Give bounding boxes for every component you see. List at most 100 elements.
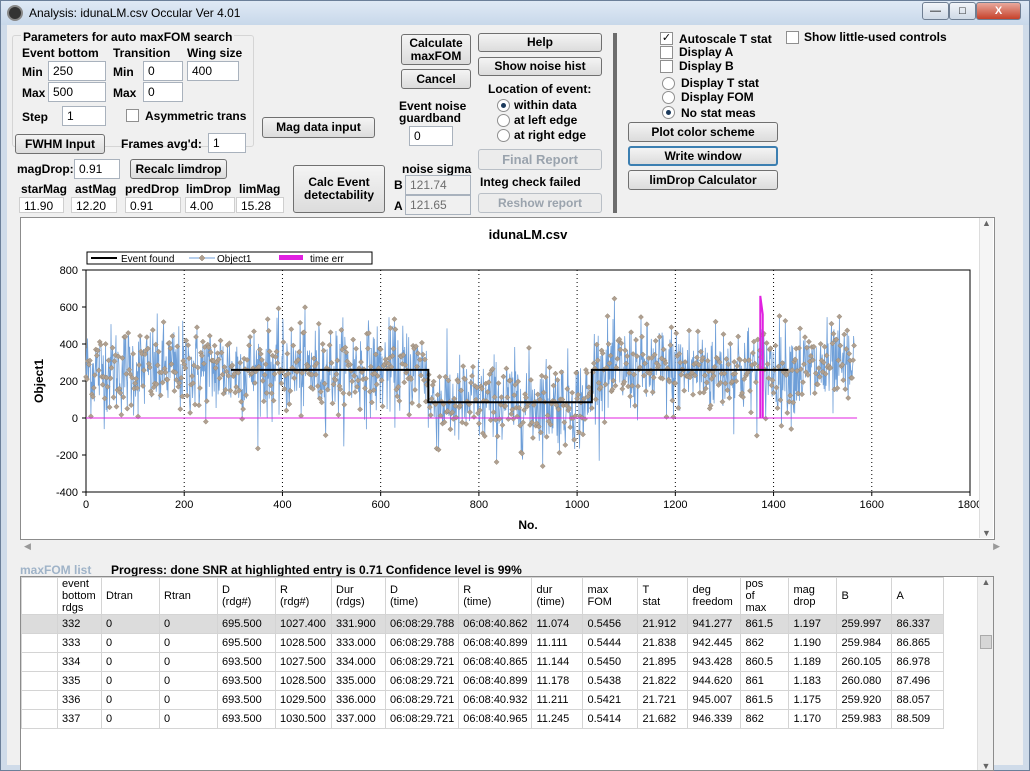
table-cell[interactable]: 0 bbox=[159, 652, 218, 672]
help-button[interactable]: Help bbox=[478, 33, 602, 52]
table-cell[interactable]: 0 bbox=[101, 633, 160, 653]
table-cell[interactable]: 1.190 bbox=[788, 633, 838, 653]
write-window-button[interactable]: Write window bbox=[628, 146, 778, 166]
table-cell[interactable]: 332 bbox=[57, 614, 102, 634]
row-header-cell[interactable] bbox=[21, 671, 58, 691]
table-cell[interactable]: 06:08:40.899 bbox=[458, 671, 533, 691]
table-cell[interactable]: 06:08:40.865 bbox=[458, 652, 533, 672]
table-cell[interactable]: 1030.500 bbox=[275, 709, 332, 729]
table-cell[interactable]: 860.5 bbox=[740, 652, 790, 672]
recalc-limdrop-button[interactable]: Recalc limdrop bbox=[130, 159, 227, 179]
table-cell[interactable]: 0.5421 bbox=[582, 690, 639, 710]
column-header[interactable]: max FOM bbox=[582, 577, 639, 615]
table-cell[interactable]: 335.000 bbox=[331, 671, 386, 691]
column-header[interactable]: D (rdg#) bbox=[217, 577, 276, 615]
guardband-input[interactable] bbox=[409, 126, 453, 146]
table-cell[interactable]: 0 bbox=[159, 690, 218, 710]
row-header-cell[interactable] bbox=[21, 614, 58, 634]
event-bottom-max-input[interactable] bbox=[48, 82, 106, 102]
grid-scroll-up-icon[interactable]: ▲ bbox=[978, 577, 993, 587]
table-cell[interactable]: 86.978 bbox=[891, 652, 945, 672]
grid-scroll-down-icon[interactable]: ▼ bbox=[978, 761, 993, 770]
table-cell[interactable]: 1027.400 bbox=[275, 614, 332, 634]
cancel-button[interactable]: Cancel bbox=[401, 69, 471, 89]
column-header[interactable]: Dtran bbox=[101, 577, 160, 615]
table-cell[interactable]: 862 bbox=[740, 709, 790, 729]
column-header[interactable]: deg freedom bbox=[687, 577, 742, 615]
table-cell[interactable]: 88.509 bbox=[891, 709, 945, 729]
maxfom-list-tab[interactable]: maxFOM list bbox=[20, 563, 91, 577]
table-cell[interactable]: 21.895 bbox=[637, 652, 689, 672]
table-cell[interactable]: 0 bbox=[159, 633, 218, 653]
table-cell[interactable]: 1.189 bbox=[788, 652, 838, 672]
reshow-report-button[interactable]: Reshow report bbox=[478, 193, 602, 213]
table-row[interactable]: 337 0 0 693.500 1030.500 337.000 06:08:29.721 0… bbox=[21, 709, 945, 729]
table-cell[interactable]: 11.211 bbox=[531, 690, 584, 710]
show-noise-hist-button[interactable]: Show noise hist bbox=[478, 57, 602, 76]
table-cell[interactable]: 0 bbox=[101, 671, 160, 691]
plot-color-scheme-button[interactable]: Plot color scheme bbox=[628, 122, 778, 142]
calculate-maxfom-button[interactable]: Calculate maxFOM bbox=[401, 34, 471, 65]
table-cell[interactable]: 335 bbox=[57, 671, 102, 691]
table-cell[interactable]: 0.5414 bbox=[582, 709, 639, 729]
table-cell[interactable]: 693.500 bbox=[217, 671, 276, 691]
table-cell[interactable]: 946.339 bbox=[687, 709, 742, 729]
column-header[interactable]: B bbox=[836, 577, 893, 615]
table-cell[interactable]: 1.197 bbox=[788, 614, 838, 634]
minimize-button[interactable]: — bbox=[922, 2, 949, 20]
grid-scroll-thumb[interactable] bbox=[980, 635, 992, 649]
table-cell[interactable]: 693.500 bbox=[217, 690, 276, 710]
column-header[interactable]: Dur (rdgs) bbox=[331, 577, 386, 615]
no-stat-meas-radio[interactable] bbox=[662, 106, 675, 119]
event-bottom-min-input[interactable] bbox=[48, 61, 106, 81]
table-cell[interactable]: 11.111 bbox=[531, 633, 584, 653]
table-cell[interactable]: 1.183 bbox=[788, 671, 838, 691]
table-cell[interactable]: 86.337 bbox=[891, 614, 945, 634]
table-cell[interactable]: 21.682 bbox=[637, 709, 689, 729]
table-cell[interactable]: 333 bbox=[57, 633, 102, 653]
display-b-checkbox[interactable] bbox=[660, 60, 673, 73]
table-cell[interactable]: 06:08:29.721 bbox=[384, 690, 460, 710]
table-cell[interactable]: 259.920 bbox=[836, 690, 893, 710]
table-cell[interactable]: 06:08:29.721 bbox=[384, 709, 460, 729]
table-cell[interactable]: 1027.500 bbox=[275, 652, 332, 672]
magdrop-input[interactable] bbox=[74, 159, 120, 179]
calc-event-detectability-button[interactable]: Calc Event detectability bbox=[293, 165, 385, 213]
table-cell[interactable]: 0 bbox=[159, 709, 218, 729]
table-cell[interactable]: 695.500 bbox=[217, 633, 276, 653]
table-cell[interactable]: 693.500 bbox=[217, 709, 276, 729]
table-cell[interactable]: 333.000 bbox=[331, 633, 386, 653]
table-cell[interactable]: 1029.500 bbox=[275, 690, 332, 710]
table-cell[interactable]: 06:08:40.862 bbox=[458, 614, 533, 634]
table-cell[interactable]: 06:08:29.721 bbox=[384, 671, 460, 691]
table-cell[interactable]: 1.175 bbox=[788, 690, 838, 710]
column-header[interactable]: dur (time) bbox=[531, 577, 584, 615]
table-cell[interactable]: 695.500 bbox=[217, 614, 276, 634]
limdrop-calculator-button[interactable]: limDrop Calculator bbox=[628, 170, 778, 190]
table-cell[interactable]: 336 bbox=[57, 690, 102, 710]
table-cell[interactable]: 862 bbox=[740, 633, 790, 653]
table-cell[interactable]: 693.500 bbox=[217, 652, 276, 672]
table-cell[interactable]: 337.000 bbox=[331, 709, 386, 729]
table-cell[interactable]: 21.912 bbox=[637, 614, 689, 634]
table-cell[interactable]: 06:08:40.965 bbox=[458, 709, 533, 729]
table-cell[interactable]: 87.496 bbox=[891, 671, 945, 691]
table-cell[interactable]: 11.144 bbox=[531, 652, 584, 672]
table-cell[interactable]: 1.170 bbox=[788, 709, 838, 729]
scroll-down-arrow-icon[interactable]: ▼ bbox=[980, 528, 993, 538]
transition-max-input[interactable] bbox=[143, 82, 183, 102]
wing-size-input[interactable] bbox=[187, 61, 239, 81]
table-cell[interactable]: 21.721 bbox=[637, 690, 689, 710]
display-a-checkbox[interactable] bbox=[660, 46, 673, 59]
transition-min-input[interactable] bbox=[143, 61, 183, 81]
column-header[interactable]: R (time) bbox=[458, 577, 533, 615]
table-cell[interactable]: 259.983 bbox=[836, 709, 893, 729]
scroll-right-arrow-icon[interactable]: ▶ bbox=[993, 541, 1000, 552]
column-header[interactable]: pos of max bbox=[740, 577, 790, 615]
table-cell[interactable]: 21.838 bbox=[637, 633, 689, 653]
table-cell[interactable]: 334 bbox=[57, 652, 102, 672]
table-cell[interactable]: 259.997 bbox=[836, 614, 893, 634]
close-button[interactable]: X bbox=[976, 2, 1021, 20]
column-header[interactable]: mag drop bbox=[788, 577, 838, 615]
table-cell[interactable]: 06:08:40.932 bbox=[458, 690, 533, 710]
